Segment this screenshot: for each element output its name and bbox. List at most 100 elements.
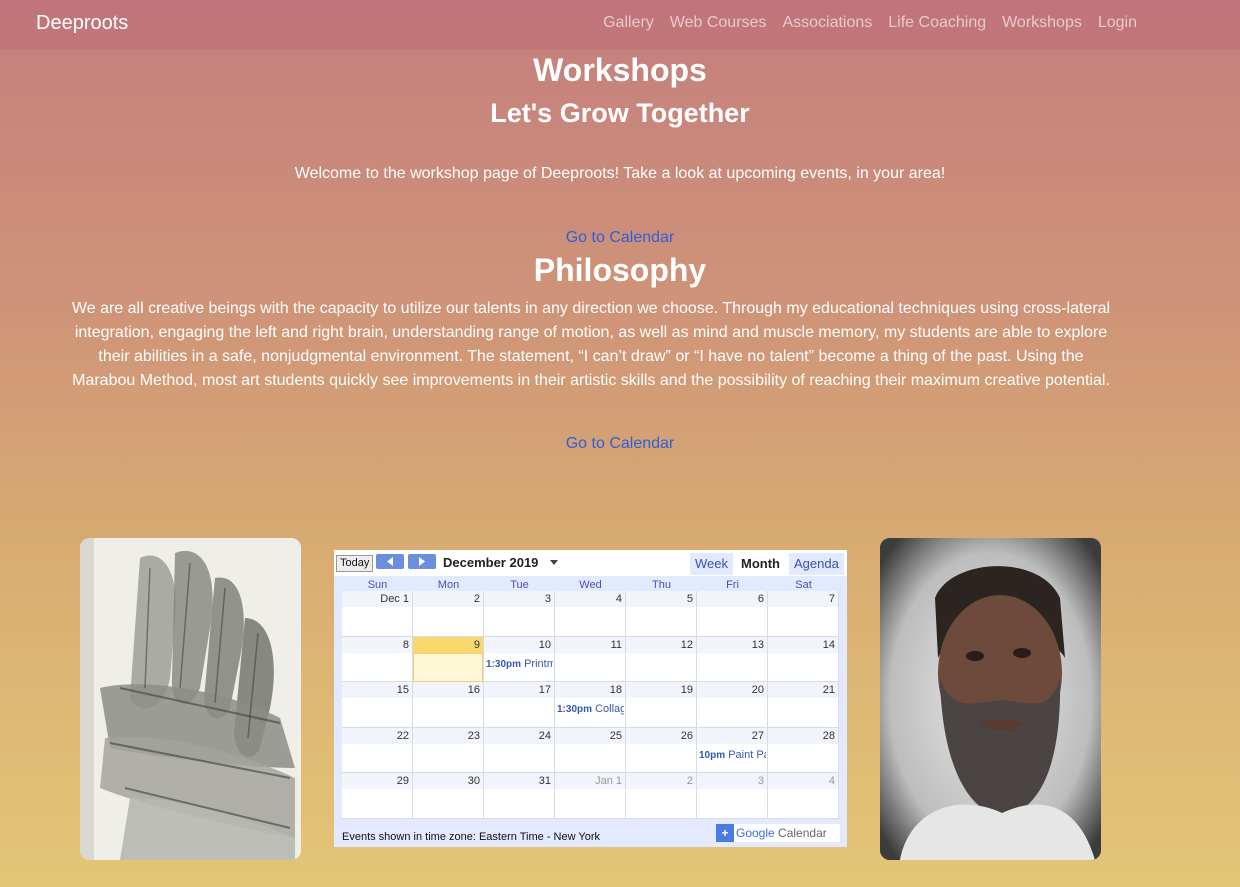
- calendar-day-cell[interactable]: 15: [342, 682, 413, 728]
- day-number: 15: [396, 684, 409, 697]
- dow-label: Fri: [726, 579, 739, 591]
- day-number: 26: [680, 729, 693, 742]
- day-header-bar: [626, 773, 696, 790]
- day-number: 11: [610, 638, 622, 651]
- calendar-day-cell[interactable]: 7: [768, 591, 839, 637]
- calendar-day-cell[interactable]: Dec 1: [342, 591, 413, 637]
- calendar-grid: Dec 123456789101:30pm Printmaking1112131…: [342, 591, 839, 819]
- calendar-day-cell[interactable]: 22: [342, 727, 413, 774]
- day-number: 23: [467, 729, 480, 742]
- tab-month[interactable]: Month: [736, 553, 785, 575]
- calendar-day-cell[interactable]: 5: [626, 591, 697, 637]
- calendar-day-cell[interactable]: 4: [768, 773, 839, 819]
- calendar-day-cell[interactable]: 2: [626, 773, 697, 819]
- calendar-day-cell[interactable]: 6: [697, 591, 768, 637]
- calendar-day-cell[interactable]: 31: [484, 773, 555, 819]
- nav-login[interactable]: Login: [1098, 14, 1137, 32]
- prev-month-button[interactable]: [376, 554, 404, 569]
- nav-workshops[interactable]: Workshops: [1002, 14, 1082, 32]
- day-number: 2: [686, 775, 693, 788]
- calendar-event[interactable]: 1:30pm Collage: [557, 703, 624, 715]
- calendar-day-cell[interactable]: Jan 1: [555, 773, 626, 819]
- nav-web-courses[interactable]: Web Courses: [670, 14, 767, 32]
- calendar-day-cell[interactable]: 4: [555, 591, 626, 637]
- day-header-bar: [697, 591, 767, 607]
- day-number: 12: [680, 638, 693, 651]
- calendar-day-cell[interactable]: 16: [413, 682, 484, 728]
- welcome-text: Welcome to the workshop page of Deeproot…: [294, 165, 946, 182]
- nav-associations[interactable]: Associations: [782, 14, 872, 32]
- philosophy-text: We are all creative beings with the capa…: [71, 300, 1111, 389]
- calendar-day-cell[interactable]: 21: [768, 682, 839, 728]
- next-month-button[interactable]: [408, 554, 436, 569]
- tab-week[interactable]: Week: [690, 553, 733, 575]
- calendar-event[interactable]: 10pm Paint Party: [699, 749, 766, 761]
- chevron-down-icon[interactable]: [550, 560, 558, 565]
- calendar-day-cell[interactable]: 12: [626, 636, 697, 683]
- tab-agenda[interactable]: Agenda: [789, 553, 844, 575]
- day-number: 13: [751, 638, 764, 651]
- dow-label: Thu: [652, 579, 671, 591]
- today-button[interactable]: Today: [336, 555, 374, 572]
- calendar-day-cell[interactable]: 18 1:30pm Collage: [555, 682, 626, 728]
- nav-gallery[interactable]: Gallery: [603, 14, 654, 32]
- plus-icon[interactable]: +: [716, 824, 734, 842]
- go-to-calendar-link-2[interactable]: Go to Calendar: [0, 435, 1240, 453]
- day-number: 10: [538, 638, 551, 651]
- google-calendar-badge[interactable]: + Google Calendar: [716, 824, 840, 842]
- calendar-day-cell[interactable]: 3: [484, 591, 555, 637]
- calendar-day-cell[interactable]: 24: [484, 727, 555, 774]
- go-to-calendar-link[interactable]: Go to Calendar: [0, 229, 1240, 247]
- calendar-day-cell[interactable]: 9: [413, 636, 484, 683]
- calendar-day-cell[interactable]: 26: [626, 727, 697, 774]
- calendar-day-cell[interactable]: 23: [413, 727, 484, 774]
- calendar-day-cell[interactable]: 14: [768, 636, 839, 683]
- dow-label: Mon: [437, 579, 460, 591]
- today-highlight: [413, 652, 483, 682]
- dow-label: Tue: [510, 579, 529, 591]
- calendar-day-cell[interactable]: 27 10pm Paint Party: [697, 727, 768, 774]
- calendar-day-cell[interactable]: 3: [697, 773, 768, 819]
- page-subtitle: Let's Grow Together: [490, 98, 750, 128]
- day-header-bar: [342, 636, 412, 653]
- day-number: 17: [538, 684, 551, 697]
- day-number: 4: [828, 775, 835, 788]
- event-time: 1:30pm: [486, 658, 522, 670]
- calendar-day-cell[interactable]: 28: [768, 727, 839, 774]
- calendar-day-cell[interactable]: 19: [626, 682, 697, 728]
- day-number: 22: [396, 729, 409, 742]
- calendar-day-cell[interactable]: 17: [484, 682, 555, 728]
- day-number: 5: [686, 593, 693, 605]
- event-time: 10pm: [699, 749, 726, 761]
- calendar-day-cell[interactable]: 10 1:30pm Printmaking: [484, 636, 555, 683]
- timezone-note: Events shown in time zone: Eastern Time …: [342, 831, 601, 843]
- day-number: Jan 1: [595, 775, 622, 788]
- day-number: 28: [822, 729, 835, 742]
- day-number: 16: [467, 684, 480, 697]
- calendar-day-cell[interactable]: 8: [342, 636, 413, 683]
- calendar-day-cell[interactable]: 20: [697, 682, 768, 728]
- calendar-day-cell[interactable]: 11: [555, 636, 626, 683]
- calendar-day-cell[interactable]: 29: [342, 773, 413, 819]
- day-number: 31: [538, 775, 551, 788]
- google-calendar-logo: Google Calendar: [736, 826, 827, 840]
- day-number: 25: [609, 729, 622, 742]
- day-number: 3: [544, 593, 551, 605]
- day-number: Dec 1: [380, 593, 409, 605]
- philosophy-title: Philosophy: [533, 252, 707, 288]
- day-number: 9: [473, 638, 480, 651]
- calendar-day-cell[interactable]: 13: [697, 636, 768, 683]
- day-number: 20: [751, 684, 764, 697]
- brand-logo[interactable]: Deeproots: [36, 12, 128, 35]
- google-calendar-widget[interactable]: Today December 2019 Week Month Agenda Su…: [334, 550, 847, 847]
- nav-life-coaching[interactable]: Life Coaching: [888, 14, 986, 32]
- nav-links: Gallery Web Courses Associations Life Co…: [603, 14, 1137, 32]
- calendar-event[interactable]: 1:30pm Printmaking: [486, 658, 553, 670]
- calendar-day-cell[interactable]: 25: [555, 727, 626, 774]
- event-title: Paint Party: [728, 748, 766, 761]
- calendar-day-cell[interactable]: 2: [413, 591, 484, 637]
- calendar-day-cell[interactable]: 30: [413, 773, 484, 819]
- day-number: 4: [615, 593, 622, 605]
- page-title: Workshops: [533, 52, 707, 88]
- day-number: 27: [751, 729, 764, 742]
